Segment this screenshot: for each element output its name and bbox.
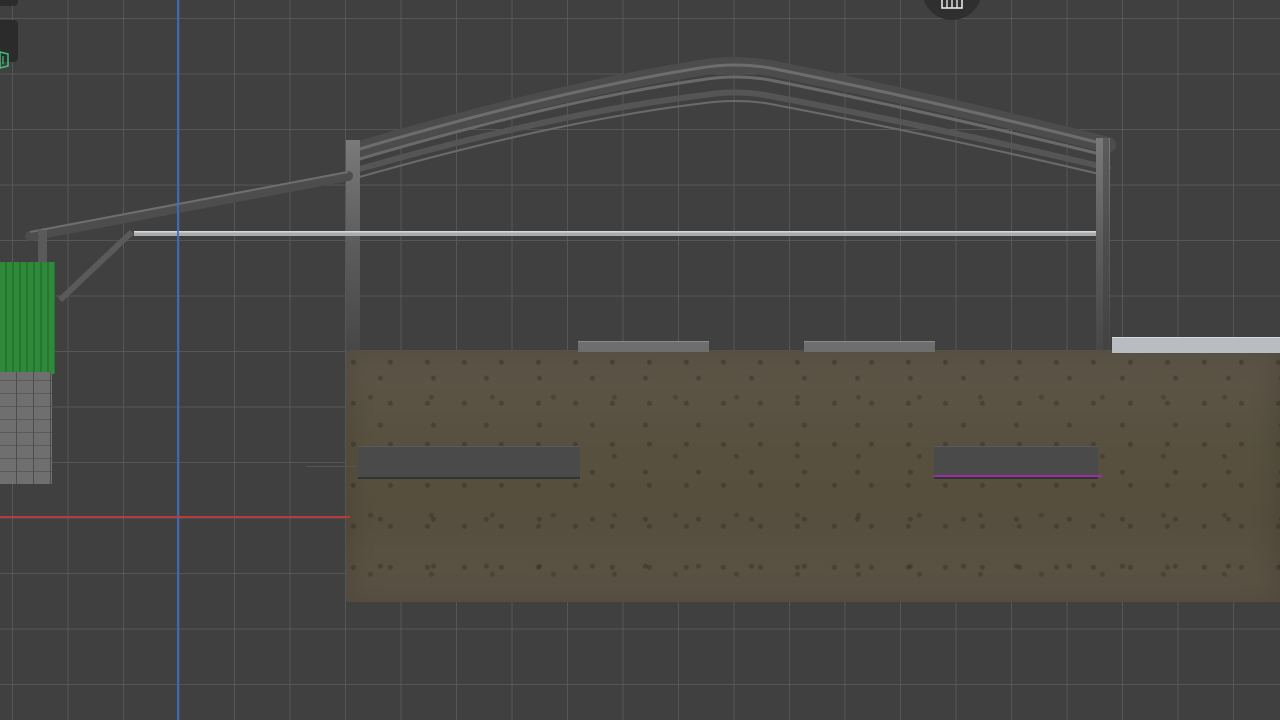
concrete-pad[interactable]: [804, 341, 935, 352]
brick-wall[interactable]: [0, 372, 52, 484]
grid-icon: [941, 0, 963, 9]
x-axis-line: [0, 516, 350, 518]
toolbar-edge: [0, 0, 18, 6]
3d-viewport[interactable]: [0, 0, 1280, 720]
guide-line: [306, 466, 356, 467]
selected-edge[interactable]: [934, 475, 1102, 477]
concrete-pad[interactable]: [1112, 337, 1280, 353]
concrete-pad[interactable]: [578, 341, 709, 352]
y-axis-line: [177, 0, 179, 720]
green-corrugated-wall[interactable]: [0, 262, 55, 374]
side-toolbar[interactable]: [0, 20, 18, 69]
layers-icon[interactable]: [0, 50, 12, 70]
foundation-cutout-left: [358, 446, 580, 479]
